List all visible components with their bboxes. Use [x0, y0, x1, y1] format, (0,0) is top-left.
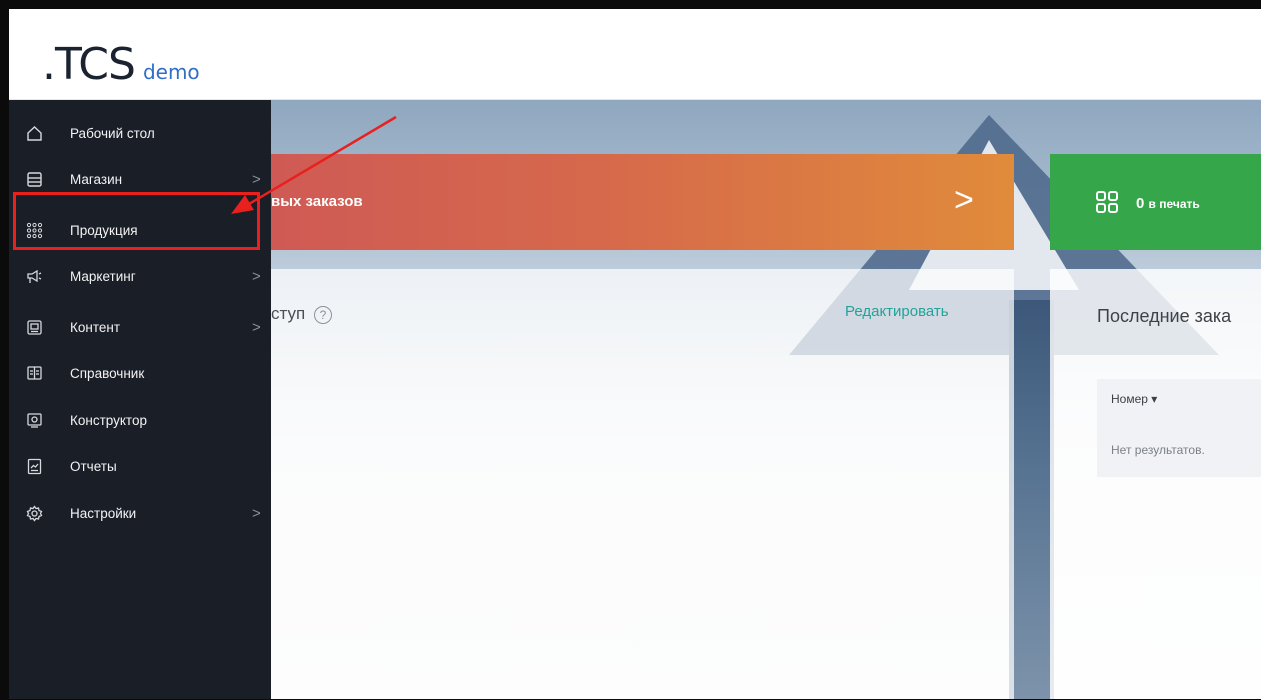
content-icon: [25, 318, 43, 336]
sidebar-item-settings[interactable]: Настройки >: [9, 490, 271, 536]
report-icon: [25, 457, 43, 475]
sidebar-item-products[interactable]: Продукция: [9, 207, 271, 253]
sidebar-item-label: Магазин: [70, 171, 123, 187]
sidebar-item-marketing[interactable]: Маркетинг >: [9, 253, 271, 299]
top-header: .TCS demo: [9, 9, 1261, 100]
recent-orders-title: Последние зака: [1097, 306, 1232, 326]
screenshot-frame: .TCS demo вых заказов > 0 в печать ступ …: [0, 0, 1261, 700]
app-window: .TCS demo вых заказов > 0 в печать ступ …: [9, 9, 1261, 699]
quick-access-title: ступ ?: [271, 304, 332, 324]
quick-access-title-text: ступ: [271, 304, 306, 323]
chevron-right-icon: >: [252, 170, 261, 188]
grid-dots-icon: [25, 221, 43, 239]
sidebar-item-label: Маркетинг: [70, 268, 136, 284]
print-label: в печать: [1148, 197, 1200, 211]
edit-link[interactable]: Редактировать: [845, 303, 949, 320]
sidebar-item-label: Настройки: [70, 505, 137, 521]
grid-icon: [1096, 191, 1118, 213]
store-icon: [25, 170, 43, 188]
sidebar-item-content[interactable]: Контент >: [9, 304, 271, 350]
constructor-icon: [25, 411, 43, 429]
sidebar-item-store[interactable]: Магазин >: [9, 156, 271, 202]
mountain-ridge: [1009, 300, 1054, 699]
logo-suffix: demo: [142, 60, 200, 84]
sidebar-item-reference[interactable]: Справочник: [9, 350, 271, 396]
sidebar-item-label: Продукция: [70, 222, 138, 238]
quick-access-panel: [271, 269, 1014, 699]
sidebar-item-constructor[interactable]: Конструктор: [9, 397, 271, 443]
sidebar-item-label: Справочник: [70, 365, 145, 381]
print-count-label: 0 в печать: [1136, 195, 1200, 212]
sidebar-item-desktop[interactable]: Рабочий стол: [9, 110, 271, 156]
column-header-number[interactable]: Номер ▾: [1111, 392, 1157, 406]
sidebar-item-label: Отчеты: [70, 458, 117, 474]
help-icon[interactable]: ?: [313, 305, 332, 324]
book-icon: [25, 364, 43, 382]
new-orders-label: вых заказов: [271, 193, 363, 210]
megaphone-icon: [25, 267, 43, 285]
sidebar-item-reports[interactable]: Отчеты: [9, 443, 271, 489]
home-icon: [25, 124, 43, 142]
chevron-right-icon: >: [252, 318, 261, 336]
empty-results-text: Нет результатов.: [1111, 443, 1205, 457]
print-count: 0: [1136, 195, 1145, 212]
chevron-right-icon[interactable]: >: [954, 181, 974, 220]
logo[interactable]: .TCS demo: [42, 39, 200, 90]
sidebar-item-label: Конструктор: [70, 412, 147, 428]
chevron-right-icon: >: [252, 504, 261, 522]
logo-text: .TCS: [42, 39, 136, 90]
gear-icon: [25, 504, 43, 522]
sidebar-item-label: Рабочий стол: [70, 125, 155, 141]
sidebar-item-label: Контент: [70, 319, 121, 335]
new-orders-banner[interactable]: [271, 154, 1014, 250]
sidebar: Рабочий стол Магазин > Продукция Маркети…: [9, 100, 271, 699]
recent-orders-panel: [1050, 269, 1261, 699]
chevron-right-icon: >: [252, 267, 261, 285]
